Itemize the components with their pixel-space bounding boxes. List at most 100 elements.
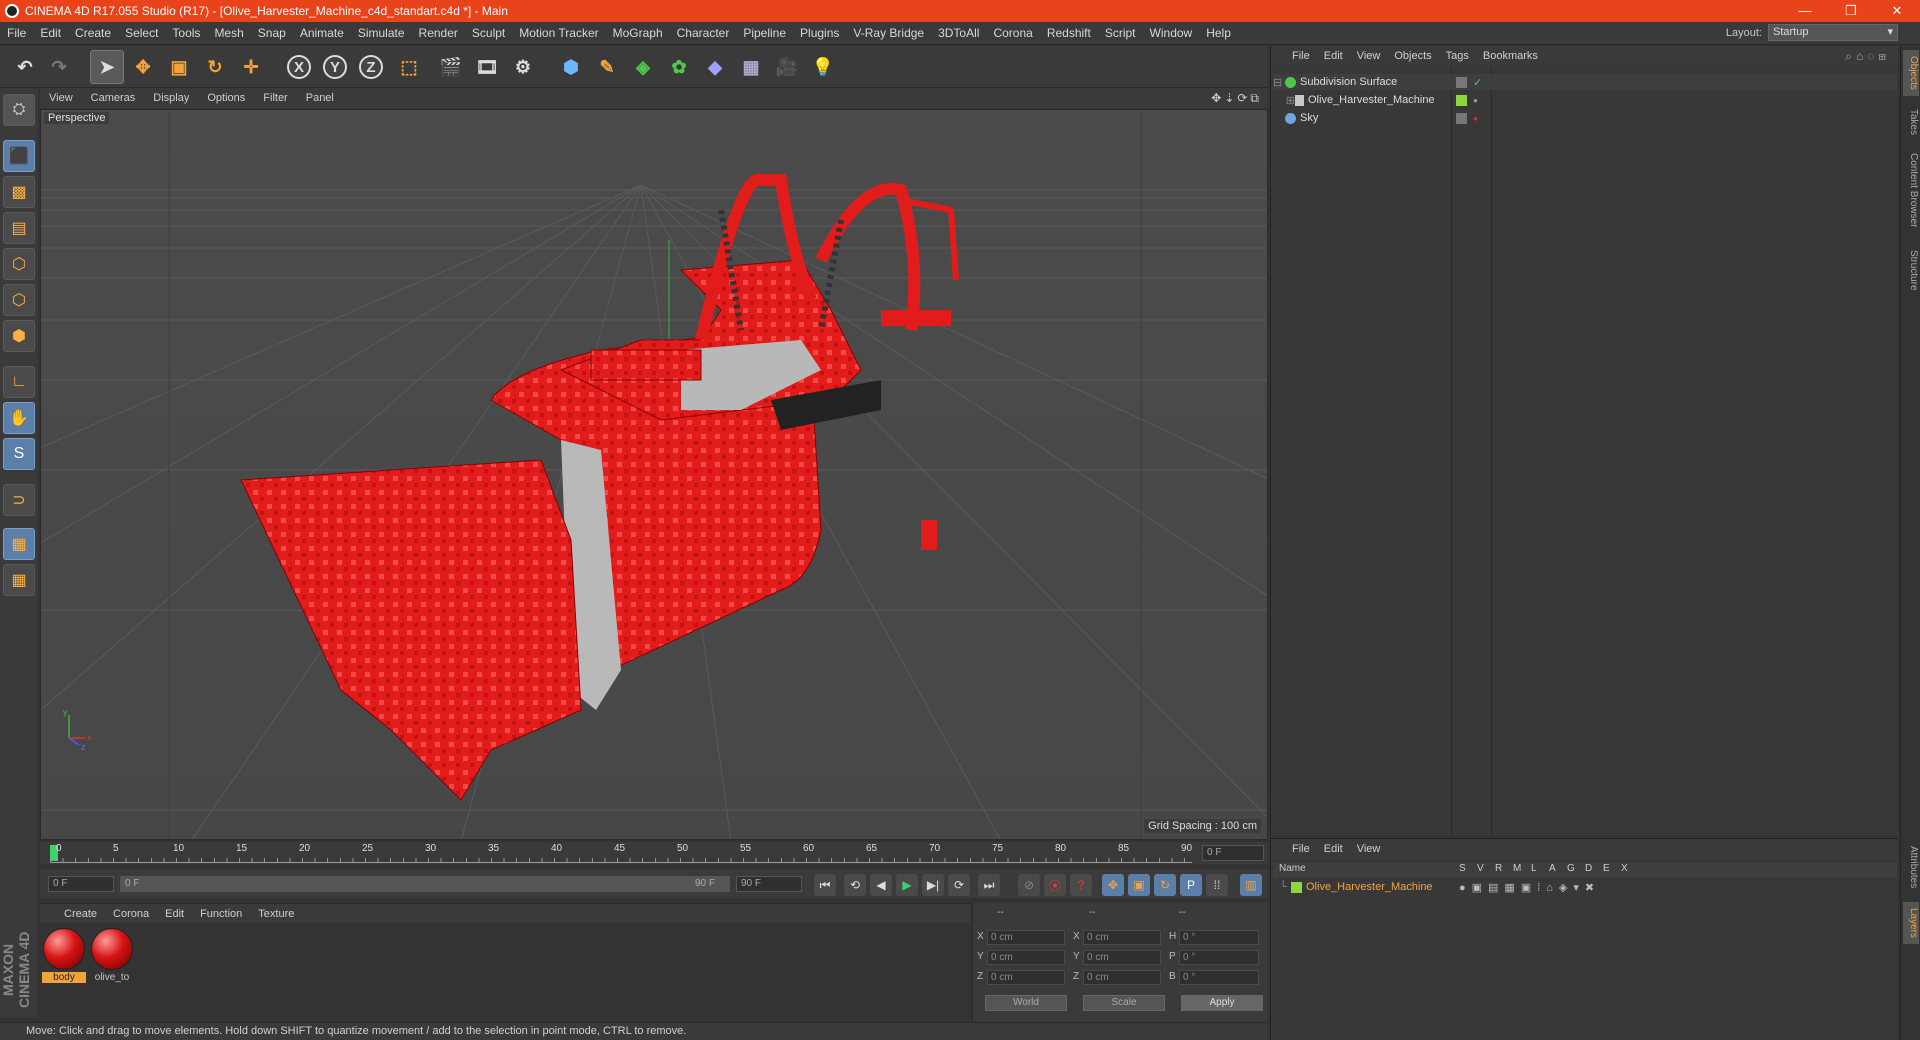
rotation-b-field[interactable]: 0 ° bbox=[1179, 970, 1259, 985]
model-mode-icon[interactable]: ⬛ bbox=[3, 140, 35, 172]
mograph-icon[interactable]: ✿ bbox=[662, 50, 696, 84]
menu-3dtoall[interactable]: 3DToAll bbox=[931, 26, 986, 40]
camera-icon[interactable]: 🎥 bbox=[770, 50, 804, 84]
material-menu-create[interactable]: Create bbox=[56, 908, 105, 920]
visibility-dots-icon[interactable]: ● bbox=[1473, 114, 1478, 123]
layer-row-olive-harvester[interactable]: └ Olive_Harvester_Machine ●▣▤▦▣⁞⌂◈▾✖ bbox=[1273, 879, 1897, 895]
maximize-button[interactable]: ❐ bbox=[1828, 0, 1874, 22]
menu-render[interactable]: Render bbox=[412, 26, 465, 40]
menu-create[interactable]: Create bbox=[68, 26, 118, 40]
make-editable-icon[interactable]: ⛭ bbox=[3, 94, 35, 126]
objects-menu-tags[interactable]: Tags bbox=[1439, 50, 1476, 62]
minimize-button[interactable]: — bbox=[1782, 0, 1828, 22]
objects-menu-objects[interactable]: Objects bbox=[1387, 50, 1438, 62]
object-row-sky[interactable]: Sky ● bbox=[1273, 110, 1897, 126]
play-icon[interactable]: ▶ bbox=[896, 874, 918, 896]
menu-motion-tracker[interactable]: Motion Tracker bbox=[512, 26, 605, 40]
material-menu-texture[interactable]: Texture bbox=[250, 908, 302, 920]
menu-mograph[interactable]: MoGraph bbox=[606, 26, 670, 40]
key-rotation-icon[interactable]: ↻ bbox=[1154, 874, 1176, 896]
viewport-3d[interactable]: y x z Perspective Grid Spacing : 100 cm bbox=[40, 109, 1268, 840]
coord-system-icon[interactable]: ⬚ bbox=[392, 50, 426, 84]
points-mode-icon[interactable]: ⬡ bbox=[3, 248, 35, 280]
tab-structure[interactable]: Structure bbox=[1903, 242, 1919, 298]
menu-vray-bridge[interactable]: V-Ray Bridge bbox=[846, 26, 931, 40]
close-button[interactable]: ✕ bbox=[1874, 0, 1920, 22]
rotation-h-field[interactable]: 0 ° bbox=[1179, 930, 1259, 945]
apply-button[interactable]: Apply bbox=[1181, 995, 1263, 1011]
texture-mode-icon[interactable]: ▩ bbox=[3, 176, 35, 208]
snap-icon[interactable]: S bbox=[3, 438, 35, 470]
tab-objects[interactable]: Objects bbox=[1903, 50, 1919, 96]
layers-menu-view[interactable]: View bbox=[1350, 843, 1388, 855]
menu-corona[interactable]: Corona bbox=[986, 26, 1039, 40]
render-settings-icon[interactable]: ⚙ bbox=[506, 50, 540, 84]
menu-window[interactable]: Window bbox=[1143, 26, 1200, 40]
current-frame-field[interactable]: 0 F bbox=[1202, 845, 1264, 861]
object-row-subdivision-surface[interactable]: ⊟ Subdivision Surface ✓ bbox=[1273, 74, 1897, 90]
material-menu-edit[interactable]: Edit bbox=[157, 908, 192, 920]
menu-select[interactable]: Select bbox=[118, 26, 165, 40]
objects-menu-bookmarks[interactable]: Bookmarks bbox=[1476, 50, 1545, 62]
autokey-icon[interactable]: ? bbox=[1070, 874, 1092, 896]
menu-help[interactable]: Help bbox=[1199, 26, 1238, 40]
object-row-olive-harvester[interactable]: ⊞ Olive_Harvester_Machine ● bbox=[1273, 92, 1897, 108]
tab-layers[interactable]: Layers bbox=[1903, 902, 1919, 944]
key-scale-icon[interactable]: ▣ bbox=[1128, 874, 1150, 896]
enabled-check-icon[interactable]: ✓ bbox=[1473, 76, 1482, 89]
key-pla-icon[interactable]: ⁞⁞ bbox=[1206, 874, 1228, 896]
viewport-menu-view[interactable]: View bbox=[40, 92, 82, 104]
material-olive-to[interactable]: olive_to bbox=[90, 928, 134, 983]
cube-icon[interactable]: ⬢ bbox=[554, 50, 588, 84]
prev-frame-icon[interactable]: ◀ bbox=[870, 874, 892, 896]
viewport-camera-label[interactable]: Perspective bbox=[44, 112, 110, 124]
axis-y-button[interactable]: Y bbox=[318, 50, 352, 84]
menu-plugins[interactable]: Plugins bbox=[793, 26, 846, 40]
polygons-mode-icon[interactable]: ⬢ bbox=[3, 320, 35, 352]
render-view-icon[interactable]: 🎬 bbox=[434, 50, 468, 84]
objects-menu-view[interactable]: View bbox=[1350, 50, 1388, 62]
magnet-icon[interactable]: ⊃ bbox=[3, 484, 35, 516]
objects-menu-file[interactable]: File bbox=[1285, 50, 1317, 62]
menu-pipeline[interactable]: Pipeline bbox=[736, 26, 793, 40]
workplane-icon[interactable]: ▤ bbox=[3, 212, 35, 244]
layout-select[interactable]: Startup bbox=[1768, 24, 1898, 41]
render-picture-viewer-icon[interactable]: 🎞 bbox=[470, 50, 504, 84]
size-z-field[interactable]: 0 cm bbox=[1083, 970, 1161, 985]
next-key-icon[interactable]: ⟳ bbox=[948, 874, 970, 896]
undo-icon[interactable]: ↶ bbox=[8, 50, 42, 84]
scale-icon[interactable]: ▣ bbox=[162, 50, 196, 84]
deformer-icon[interactable]: ◆ bbox=[698, 50, 732, 84]
menu-script[interactable]: Script bbox=[1098, 26, 1143, 40]
menu-simulate[interactable]: Simulate bbox=[351, 26, 412, 40]
tab-content-browser[interactable]: Content Browser bbox=[1903, 146, 1919, 234]
prev-key-icon[interactable]: ⟲ bbox=[844, 874, 866, 896]
position-y-field[interactable]: 0 cm bbox=[987, 950, 1065, 965]
start-frame-field[interactable]: 0 F bbox=[48, 876, 114, 892]
menu-edit[interactable]: Edit bbox=[33, 26, 68, 40]
planar-workplane-icon[interactable]: ▦ bbox=[3, 564, 35, 596]
timeline-ruler[interactable]: 0 5 10 15 20 25 30 35 40 45 50 55 60 65 … bbox=[40, 842, 1268, 864]
floor-icon[interactable]: ▦ bbox=[734, 50, 768, 84]
record-disabled-icon[interactable]: ⊘ bbox=[1018, 874, 1040, 896]
position-z-field[interactable]: 0 cm bbox=[987, 970, 1065, 985]
layers-menu-edit[interactable]: Edit bbox=[1317, 843, 1350, 855]
material-menu-corona[interactable]: Corona bbox=[105, 908, 157, 920]
menu-file[interactable]: File bbox=[0, 26, 33, 40]
pen-icon[interactable]: ✎ bbox=[590, 50, 624, 84]
viewport-nav-icons[interactable]: ✥⇣⟳⧉ bbox=[1211, 91, 1262, 106]
lock-workplane-icon[interactable]: ▦ bbox=[3, 528, 35, 560]
edges-mode-icon[interactable]: ⬡ bbox=[3, 284, 35, 316]
viewport-menu-display[interactable]: Display bbox=[144, 92, 198, 104]
next-frame-icon[interactable]: ▶| bbox=[922, 874, 944, 896]
axis-x-button[interactable]: X bbox=[282, 50, 316, 84]
record-icon[interactable]: ⦿ bbox=[1044, 874, 1066, 896]
viewport-menu-filter[interactable]: Filter bbox=[254, 92, 296, 104]
coord-scale-select[interactable]: Scale bbox=[1083, 995, 1165, 1011]
menu-character[interactable]: Character bbox=[670, 26, 737, 40]
menu-sculpt[interactable]: Sculpt bbox=[465, 26, 512, 40]
layers-menu-file[interactable]: File bbox=[1285, 843, 1317, 855]
menu-mesh[interactable]: Mesh bbox=[207, 26, 250, 40]
viewport-menu-options[interactable]: Options bbox=[198, 92, 254, 104]
axis-z-button[interactable]: Z bbox=[354, 50, 388, 84]
